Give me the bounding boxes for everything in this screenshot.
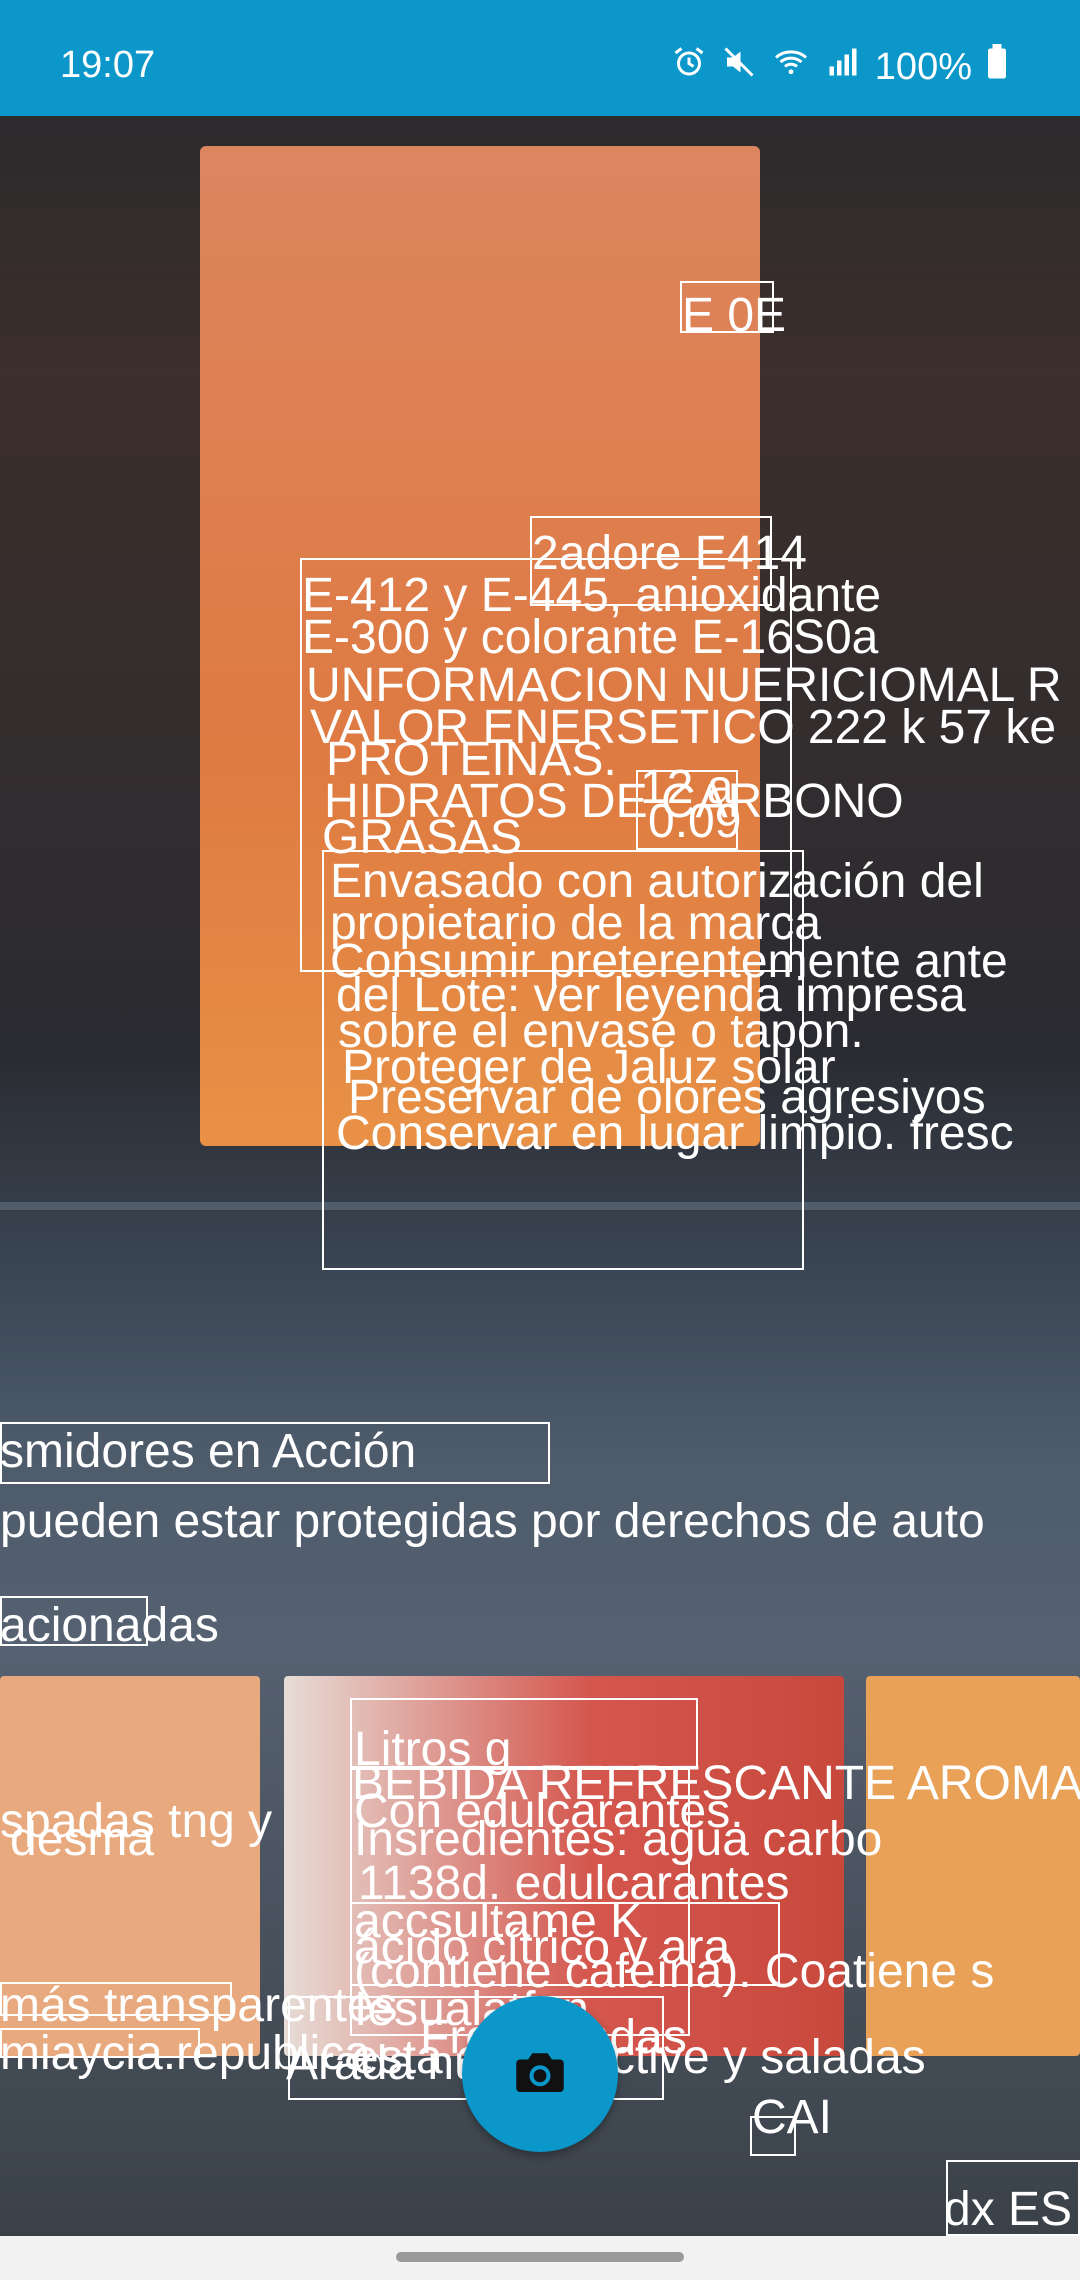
ocr-text: E 0E (682, 289, 787, 342)
ocr-text: dx ES (944, 2183, 1073, 2236)
ocr-text: desma (10, 1813, 155, 1866)
capture-button[interactable] (462, 1996, 618, 2152)
ocr-text: smidores en Acción (0, 1425, 417, 1478)
ocr-text: pueden estar protegidas por derechos de … (0, 1495, 985, 1548)
thumbnail (866, 1676, 1080, 2056)
alarm-icon (671, 44, 707, 90)
battery-icon (986, 44, 1008, 90)
ocr-text: más transparentes (0, 1979, 398, 2032)
navigation-bar (0, 2236, 1080, 2280)
ocr-text: Conservar en lugar limpio. fresc (336, 1107, 1014, 1160)
camera-icon (510, 2042, 570, 2107)
ocr-text: CAI (752, 2091, 833, 2144)
ocr-text: miaycia.republica (0, 2027, 371, 2080)
status-icons: 100% (671, 44, 1008, 90)
ocr-text: esta ancia active y saladas (352, 2031, 926, 2084)
camera-preview[interactable]: E 0E 2adore E414 E-412 y E-445, anioxida… (0, 116, 1080, 2236)
mute-icon (721, 44, 757, 90)
status-time: 19:07 (60, 44, 156, 86)
ocr-text: E-300 y colorante E-16S0a (302, 611, 879, 664)
ocr-text: 0.09 (648, 795, 742, 848)
ocr-text: acionadas (0, 1599, 219, 1652)
battery-percent: 100% (874, 45, 972, 88)
home-gesture-handle[interactable] (396, 2252, 684, 2262)
status-bar: 19:07 100% (0, 0, 1080, 116)
signal-icon (825, 44, 861, 90)
wifi-icon (771, 44, 811, 90)
